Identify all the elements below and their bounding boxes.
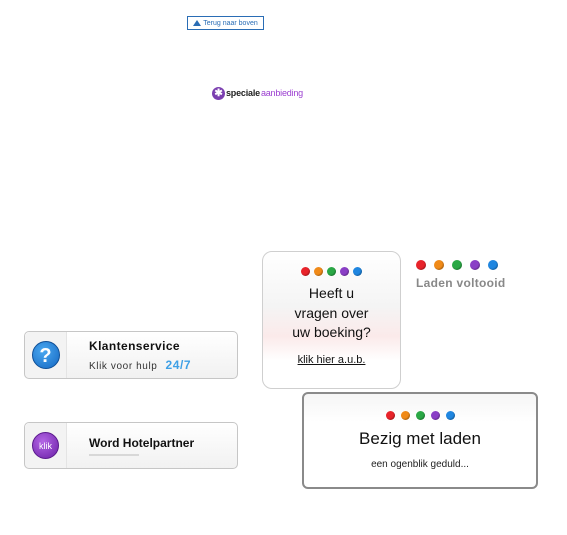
- customer-service-subtitle: Klik voor hulp 24/7: [89, 358, 191, 372]
- help-line-1: Heeft u: [308, 285, 355, 301]
- dot-green: [327, 267, 336, 276]
- customer-service-title: Klantenservice: [89, 338, 180, 353]
- loading-subtitle: een ogenblik geduld...: [371, 459, 469, 470]
- offer-word-aanbieding: aanbieding: [260, 88, 303, 98]
- triangle-up-icon: [193, 20, 202, 26]
- customer-service-button[interactable]: ? Klantenservice Klik voor hulp 24/7: [24, 331, 238, 379]
- dot-red: [416, 260, 426, 270]
- klik-badge-icon: klik: [32, 432, 59, 459]
- booking-help-popup: Heeft u vragen over uw boeking? klik hie…: [262, 251, 401, 389]
- special-offer-logo: ✱ speciale aanbieding: [212, 86, 303, 100]
- loading-complete-indicator: Laden voltooid: [416, 260, 516, 290]
- dot-orange: [434, 260, 444, 270]
- color-dots: [263, 267, 400, 276]
- question-icon: ?: [31, 341, 60, 369]
- dot-orange: [314, 267, 323, 276]
- loading-title: Bezig met laden: [359, 429, 481, 448]
- star-badge-icon: ✱: [212, 86, 225, 100]
- dot-red: [301, 267, 310, 276]
- dot-red: [385, 411, 395, 420]
- dot-purple: [340, 267, 349, 276]
- offer-word-speciale: speciale: [226, 88, 260, 98]
- help-question: Heeft u vragen over uw boeking?: [263, 284, 400, 343]
- hotel-partner-icon-area: klik: [25, 423, 67, 468]
- dot-blue: [488, 260, 498, 270]
- loading-dialog: Bezig met laden een ogenblik geduld...: [302, 392, 538, 489]
- dot-green: [415, 411, 425, 420]
- dot-purple: [470, 260, 480, 270]
- dot-orange: [400, 411, 410, 420]
- help-click-link[interactable]: klik hier a.u.b.: [298, 354, 366, 366]
- dot-blue: [445, 411, 455, 420]
- loading-complete-label: Laden voltooid: [416, 276, 506, 290]
- back-to-top-link[interactable]: Terug naar boven: [187, 16, 264, 30]
- help-line-3: uw boeking?: [292, 324, 371, 340]
- hotel-partner-title: Word Hotelpartner: [89, 435, 195, 450]
- customer-service-help-text: Klik voor hulp: [89, 360, 158, 372]
- back-to-top-label: Terug naar boven: [203, 19, 258, 27]
- dot-green: [452, 260, 462, 270]
- color-dots: [416, 260, 516, 270]
- hotel-partner-button[interactable]: klik Word Hotelpartner: [24, 422, 238, 469]
- customer-service-hours: 24/7: [165, 357, 192, 372]
- customer-service-icon-area: ?: [25, 332, 67, 378]
- dot-blue: [353, 267, 362, 276]
- dot-purple: [430, 411, 440, 420]
- color-dots: [304, 411, 536, 420]
- divider: [89, 453, 139, 456]
- help-line-2: vragen over: [294, 304, 369, 321]
